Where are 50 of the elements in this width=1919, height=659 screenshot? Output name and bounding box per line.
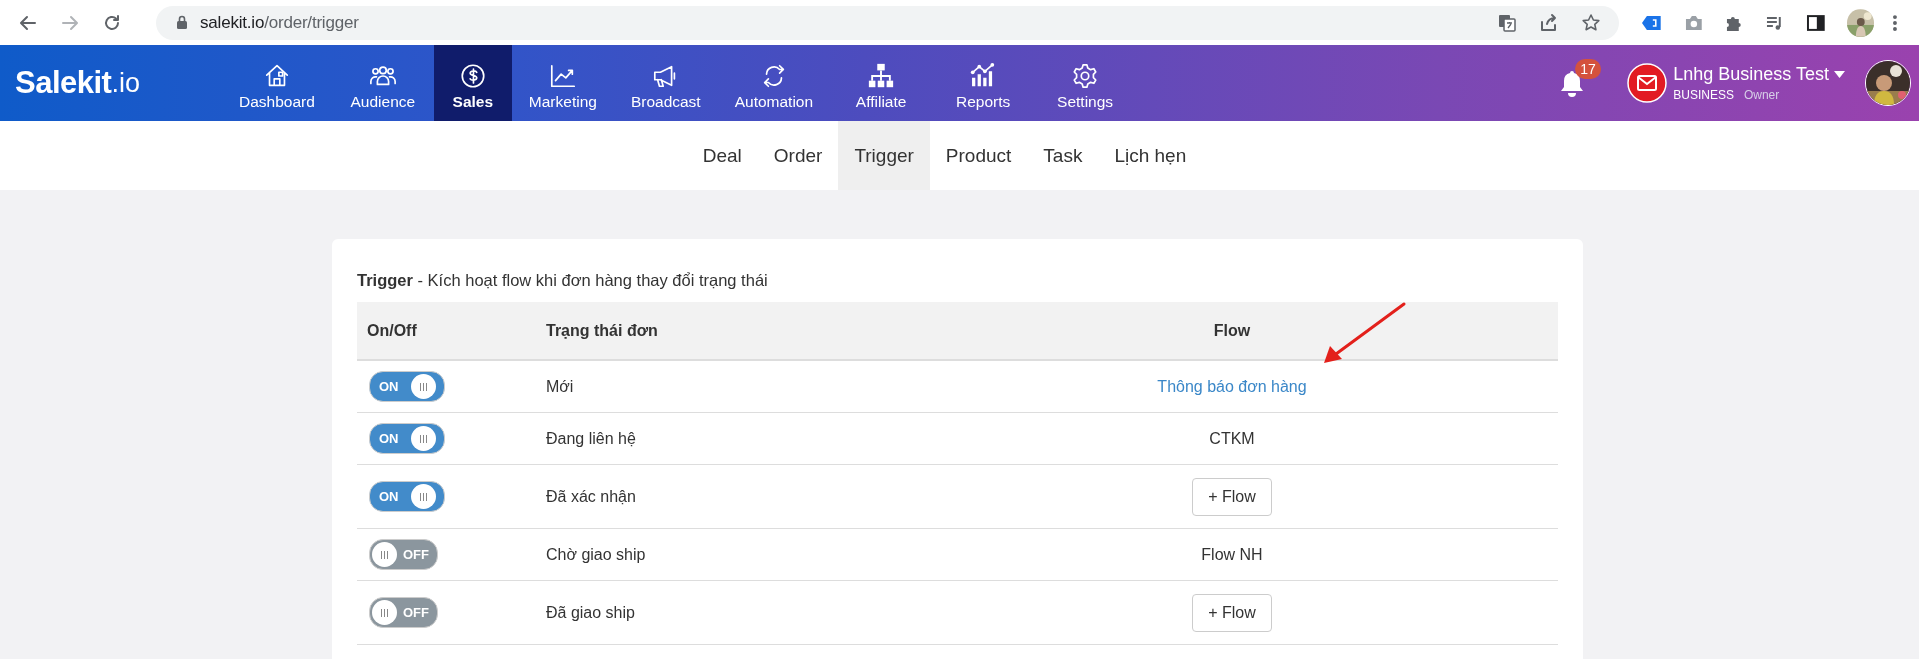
table-cell-text: Đã giao ship bbox=[546, 603, 636, 622]
sub-tab[interactable]: Deal bbox=[686, 121, 758, 190]
reload-icon[interactable] bbox=[102, 12, 122, 33]
nav-item[interactable]: Marketing bbox=[511, 45, 614, 121]
toggle-switch[interactable]: ON bbox=[369, 371, 445, 402]
table-cell: CTKM bbox=[1209, 429, 1255, 447]
notification-count: 17 bbox=[1575, 59, 1601, 79]
sub-tab[interactable]: Order bbox=[757, 121, 839, 190]
column-header: On/Off bbox=[366, 321, 418, 340]
dollar-icon bbox=[458, 61, 487, 90]
add-flow-button[interactable]: + Flow bbox=[1192, 593, 1272, 632]
column-header: Flow bbox=[1212, 321, 1252, 340]
caret-icon[interactable] bbox=[1834, 71, 1845, 78]
mail-icon[interactable] bbox=[1627, 63, 1668, 103]
menu-icon[interactable] bbox=[1892, 12, 1899, 33]
flow-link[interactable]: Thông báo đơn hàng bbox=[1157, 377, 1307, 395]
toggle-switch[interactable]: ON bbox=[369, 481, 445, 512]
table-cell-text: Đã xác nhận bbox=[546, 487, 637, 506]
translate-icon[interactable] bbox=[1497, 12, 1518, 33]
url-text: salekit.io/order/trigger bbox=[200, 12, 359, 33]
nav-item[interactable]: Dashboard bbox=[222, 45, 332, 121]
toggle-switch[interactable]: ON bbox=[369, 423, 445, 454]
nav-item[interactable]: Automation bbox=[717, 45, 831, 121]
sidebar-icon[interactable] bbox=[1805, 12, 1826, 33]
table-cell-text: Mới bbox=[546, 377, 575, 396]
nav-item[interactable]: Affiliate bbox=[830, 45, 933, 121]
table-cell: Flow NH bbox=[1201, 545, 1263, 563]
table-cell-text: Chờ giao ship bbox=[546, 545, 647, 564]
column-header: Trạng thái đơn bbox=[546, 321, 659, 340]
nav-item[interactable]: Reports bbox=[932, 45, 1035, 121]
add-flow-button[interactable]: + Flow bbox=[1192, 477, 1272, 516]
account-plan: BUSINESS bbox=[1673, 88, 1734, 102]
sub-tab[interactable]: Product bbox=[929, 121, 1028, 190]
sub-tab[interactable]: Task bbox=[1027, 121, 1099, 190]
salekit-logo[interactable]: Salekit.io bbox=[0, 45, 222, 121]
nav-item[interactable]: Settings bbox=[1034, 45, 1137, 121]
nav-item[interactable]: Broadcast bbox=[613, 45, 718, 121]
table-cell-text: Đang liên hệ bbox=[546, 429, 637, 448]
camera-icon[interactable] bbox=[1683, 13, 1704, 32]
card-title: Trigger - Kích hoạt flow khi đơn hàng thay đổi trạng thái bbox=[357, 271, 769, 290]
account-name[interactable]: Lnhg Business Test bbox=[1673, 64, 1829, 85]
account-role: Owner bbox=[1743, 88, 1780, 102]
star-icon[interactable] bbox=[1581, 12, 1602, 33]
address-bar[interactable]: salekit.io/order/trigger bbox=[156, 5, 1620, 40]
sub-tab[interactable]: Lịch hẹn bbox=[1098, 121, 1203, 190]
hierarchy-icon bbox=[867, 61, 896, 90]
sub-tab[interactable]: Trigger bbox=[838, 121, 930, 190]
lock-icon bbox=[176, 15, 188, 30]
nav-item[interactable]: Audience bbox=[331, 45, 434, 121]
nav-item[interactable]: Sales bbox=[433, 45, 512, 121]
